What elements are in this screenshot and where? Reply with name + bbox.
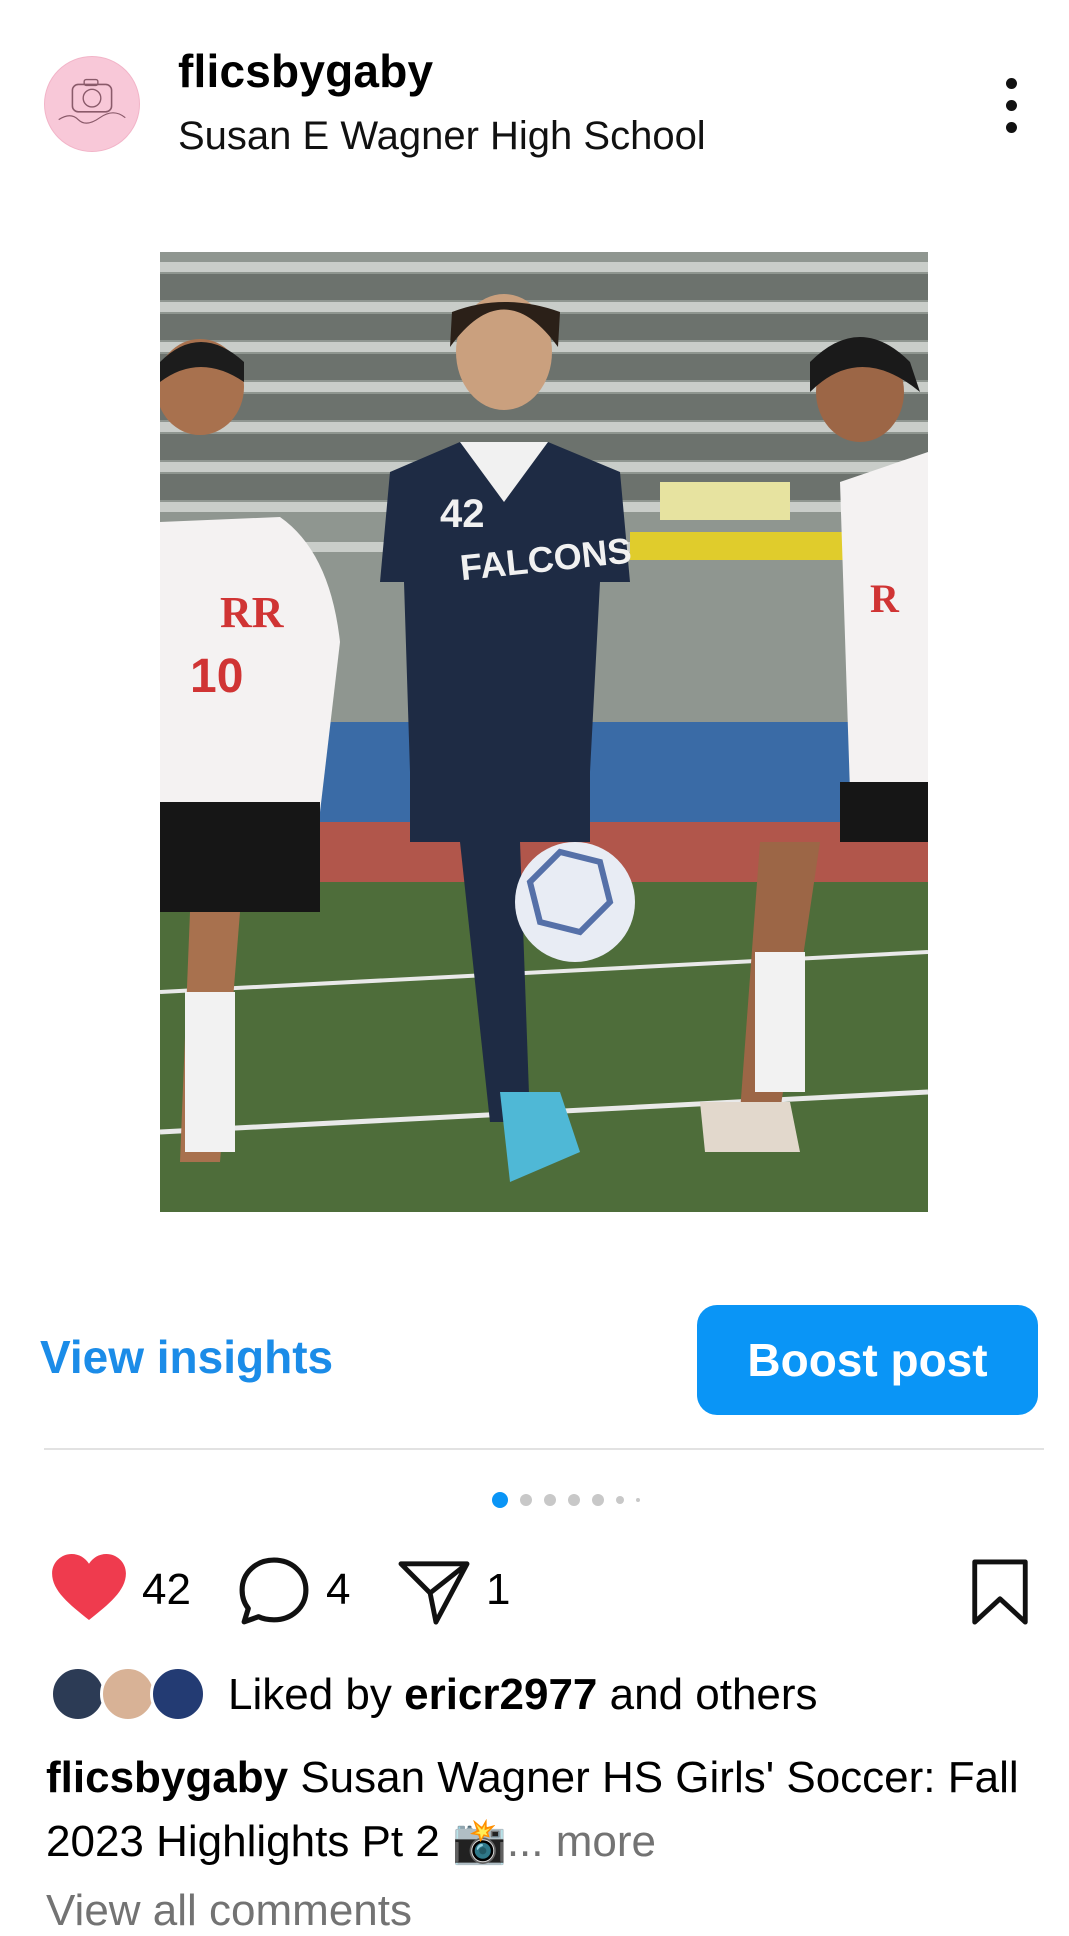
carousel-dot: [616, 1496, 624, 1504]
liked-by-prefix: Liked by: [228, 1670, 405, 1719]
likes-summary[interactable]: Liked by ericr2977 and others: [0, 1660, 1069, 1730]
right-player-logo: R: [870, 576, 900, 621]
share-icon[interactable]: [396, 1558, 472, 1626]
caption-more-link[interactable]: ... more: [507, 1817, 656, 1866]
liker-avatar: [50, 1666, 106, 1722]
view-all-comments-link[interactable]: View all comments: [46, 1886, 412, 1936]
post-header: flicsbygaby Susan E Wagner High School: [0, 0, 1069, 200]
comment-icon[interactable]: [238, 1556, 310, 1628]
camera-logo-icon: [58, 78, 126, 124]
more-options-icon[interactable]: [996, 76, 1026, 136]
jersey-number: 42: [440, 492, 485, 536]
carousel-dot: [568, 1494, 580, 1506]
post-photo[interactable]: RR 10 42 FALCONS R: [160, 252, 928, 1212]
carousel-dot: [492, 1492, 508, 1508]
post-caption: flicsbygaby Susan Wagner HS Girls' Socce…: [46, 1746, 1036, 1874]
liker-avatar: [100, 1666, 156, 1722]
carousel-dot: [544, 1494, 556, 1506]
post-location[interactable]: Susan E Wagner High School: [178, 114, 706, 159]
caption-author[interactable]: flicsbygaby: [46, 1753, 288, 1802]
comment-count[interactable]: 4: [326, 1565, 350, 1615]
view-insights-link[interactable]: View insights: [40, 1330, 333, 1384]
like-count[interactable]: 42: [142, 1565, 191, 1615]
liker-avatars: [50, 1666, 210, 1726]
post-username[interactable]: flicsbygaby: [178, 44, 433, 98]
liked-by-suffix: and others: [597, 1670, 818, 1719]
soccer-photo: RR 10 42 FALCONS R: [160, 252, 928, 1212]
divider: [44, 1448, 1044, 1450]
carousel-dot: [636, 1498, 640, 1502]
carousel-dot: [592, 1494, 604, 1506]
left-player-number: 10: [190, 650, 243, 703]
heart-icon[interactable]: [50, 1554, 128, 1622]
share-count[interactable]: 1: [486, 1565, 510, 1615]
profile-avatar[interactable]: [44, 56, 140, 152]
boost-post-button[interactable]: Boost post: [697, 1305, 1038, 1415]
liker-avatar: [150, 1666, 206, 1722]
left-player-logo: RR: [220, 588, 285, 637]
carousel-indicator: [0, 1490, 1069, 1510]
carousel-dot: [520, 1494, 532, 1506]
liked-by-text[interactable]: Liked by ericr2977 and others: [228, 1670, 818, 1720]
action-bar: 42 4 1: [0, 1540, 1069, 1640]
liked-by-user[interactable]: ericr2977: [404, 1670, 597, 1719]
bookmark-icon[interactable]: [970, 1558, 1030, 1626]
